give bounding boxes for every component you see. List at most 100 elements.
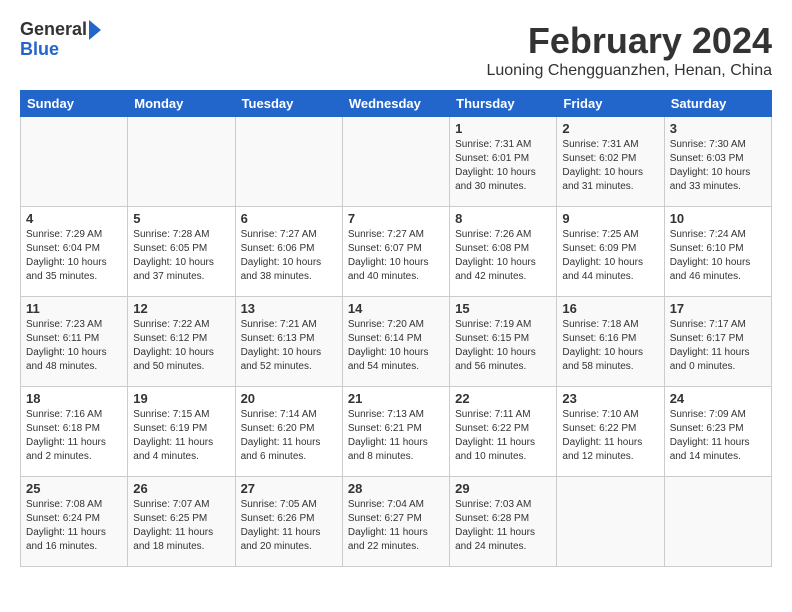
weekday-sunday: Sunday — [21, 91, 128, 117]
day-info: Sunrise: 7:27 AM Sunset: 6:07 PM Dayligh… — [348, 228, 444, 284]
day-number: 9 — [562, 211, 658, 226]
logo-text-blue: Blue — [20, 40, 59, 60]
weekday-wednesday: Wednesday — [342, 91, 449, 117]
calendar-week-5: 25 Sunrise: 7:08 AM Sunset: 6:24 PM Dayli… — [21, 477, 772, 567]
day-number: 1 — [455, 121, 551, 136]
calendar-cell: 18 Sunrise: 7:16 AM Sunset: 6:18 PM Dayli… — [21, 387, 128, 477]
location-title: Luoning Chengguanzhen, Henan, China — [486, 62, 772, 80]
weekday-friday: Friday — [557, 91, 664, 117]
calendar-cell: 2 Sunrise: 7:31 AM Sunset: 6:02 PM Daylig… — [557, 117, 664, 207]
day-number: 29 — [455, 481, 551, 496]
day-info: Sunrise: 7:03 AM Sunset: 6:28 PM Dayligh… — [455, 498, 551, 554]
calendar-cell — [342, 117, 449, 207]
day-number: 16 — [562, 301, 658, 316]
calendar-cell: 7 Sunrise: 7:27 AM Sunset: 6:07 PM Daylig… — [342, 207, 449, 297]
day-number: 2 — [562, 121, 658, 136]
day-number: 28 — [348, 481, 444, 496]
day-info: Sunrise: 7:20 AM Sunset: 6:14 PM Dayligh… — [348, 318, 444, 374]
calendar-cell: 1 Sunrise: 7:31 AM Sunset: 6:01 PM Daylig… — [450, 117, 557, 207]
logo: General Blue — [20, 20, 101, 60]
day-info: Sunrise: 7:08 AM Sunset: 6:24 PM Dayligh… — [26, 498, 122, 554]
calendar-cell: 28 Sunrise: 7:04 AM Sunset: 6:27 PM Dayli… — [342, 477, 449, 567]
day-info: Sunrise: 7:21 AM Sunset: 6:13 PM Dayligh… — [241, 318, 337, 374]
calendar-cell: 22 Sunrise: 7:11 AM Sunset: 6:22 PM Dayli… — [450, 387, 557, 477]
day-info: Sunrise: 7:10 AM Sunset: 6:22 PM Dayligh… — [562, 408, 658, 464]
calendar-cell: 21 Sunrise: 7:13 AM Sunset: 6:21 PM Dayli… — [342, 387, 449, 477]
logo-text-general: General — [20, 20, 87, 40]
calendar-cell: 19 Sunrise: 7:15 AM Sunset: 6:19 PM Dayli… — [128, 387, 235, 477]
calendar-cell: 14 Sunrise: 7:20 AM Sunset: 6:14 PM Dayli… — [342, 297, 449, 387]
calendar-cell: 12Sunrise: 7:22 AM Sunset: 6:12 PM Dayli… — [128, 297, 235, 387]
calendar-week-3: 11 Sunrise: 7:23 AM Sunset: 6:11 PM Dayli… — [21, 297, 772, 387]
day-info: Sunrise: 7:13 AM Sunset: 6:21 PM Dayligh… — [348, 408, 444, 464]
calendar-week-2: 4 Sunrise: 7:29 AM Sunset: 6:04 PM Daylig… — [21, 207, 772, 297]
calendar-cell: 4 Sunrise: 7:29 AM Sunset: 6:04 PM Daylig… — [21, 207, 128, 297]
calendar-cell — [21, 117, 128, 207]
day-info: Sunrise: 7:22 AM Sunset: 6:12 PM Dayligh… — [133, 318, 229, 374]
day-info: Sunrise: 7:23 AM Sunset: 6:11 PM Dayligh… — [26, 318, 122, 374]
day-number: 22 — [455, 391, 551, 406]
calendar-cell — [128, 117, 235, 207]
calendar-cell: 17Sunrise: 7:17 AM Sunset: 6:17 PM Dayli… — [664, 297, 771, 387]
calendar-week-4: 18 Sunrise: 7:16 AM Sunset: 6:18 PM Dayli… — [21, 387, 772, 477]
day-number: 20 — [241, 391, 337, 406]
calendar-cell — [557, 477, 664, 567]
day-number: 18 — [26, 391, 122, 406]
day-info: Sunrise: 7:14 AM Sunset: 6:20 PM Dayligh… — [241, 408, 337, 464]
calendar-cell: 5 Sunrise: 7:28 AM Sunset: 6:05 PM Daylig… — [128, 207, 235, 297]
day-number: 25 — [26, 481, 122, 496]
day-info: Sunrise: 7:16 AM Sunset: 6:18 PM Dayligh… — [26, 408, 122, 464]
day-info: Sunrise: 7:05 AM Sunset: 6:26 PM Dayligh… — [241, 498, 337, 554]
day-number: 24 — [670, 391, 766, 406]
day-info: Sunrise: 7:26 AM Sunset: 6:08 PM Dayligh… — [455, 228, 551, 284]
calendar-cell: 6 Sunrise: 7:27 AM Sunset: 6:06 PM Daylig… — [235, 207, 342, 297]
day-number: 8 — [455, 211, 551, 226]
calendar-body: 1 Sunrise: 7:31 AM Sunset: 6:01 PM Daylig… — [21, 117, 772, 567]
calendar-table: SundayMondayTuesdayWednesdayThursdayFrid… — [20, 90, 772, 567]
calendar-cell: 8 Sunrise: 7:26 AM Sunset: 6:08 PM Daylig… — [450, 207, 557, 297]
calendar-cell: 11 Sunrise: 7:23 AM Sunset: 6:11 PM Dayli… — [21, 297, 128, 387]
day-number: 21 — [348, 391, 444, 406]
page-header: General Blue February 2024 Luoning Cheng… — [20, 20, 772, 80]
day-number: 6 — [241, 211, 337, 226]
calendar-cell: 15Sunrise: 7:19 AM Sunset: 6:15 PM Dayli… — [450, 297, 557, 387]
calendar-cell: 26Sunrise: 7:07 AM Sunset: 6:25 PM Dayli… — [128, 477, 235, 567]
day-number: 7 — [348, 211, 444, 226]
day-number: 3 — [670, 121, 766, 136]
day-number: 19 — [133, 391, 229, 406]
day-info: Sunrise: 7:27 AM Sunset: 6:06 PM Dayligh… — [241, 228, 337, 284]
day-info: Sunrise: 7:15 AM Sunset: 6:19 PM Dayligh… — [133, 408, 229, 464]
calendar-cell: 3Sunrise: 7:30 AM Sunset: 6:03 PM Daylig… — [664, 117, 771, 207]
day-number: 10 — [670, 211, 766, 226]
weekday-monday: Monday — [128, 91, 235, 117]
day-number: 5 — [133, 211, 229, 226]
calendar-cell: 13 Sunrise: 7:21 AM Sunset: 6:13 PM Dayli… — [235, 297, 342, 387]
day-number: 4 — [26, 211, 122, 226]
day-number: 11 — [26, 301, 122, 316]
day-info: Sunrise: 7:19 AM Sunset: 6:15 PM Dayligh… — [455, 318, 551, 374]
day-info: Sunrise: 7:11 AM Sunset: 6:22 PM Dayligh… — [455, 408, 551, 464]
day-info: Sunrise: 7:09 AM Sunset: 6:23 PM Dayligh… — [670, 408, 766, 464]
calendar-cell — [664, 477, 771, 567]
day-number: 13 — [241, 301, 337, 316]
calendar-cell: 20 Sunrise: 7:14 AM Sunset: 6:20 PM Dayli… — [235, 387, 342, 477]
calendar-cell: 27 Sunrise: 7:05 AM Sunset: 6:26 PM Dayli… — [235, 477, 342, 567]
day-info: Sunrise: 7:28 AM Sunset: 6:05 PM Dayligh… — [133, 228, 229, 284]
weekday-thursday: Thursday — [450, 91, 557, 117]
day-info: Sunrise: 7:31 AM Sunset: 6:02 PM Dayligh… — [562, 138, 658, 194]
calendar-cell: 29 Sunrise: 7:03 AM Sunset: 6:28 PM Dayli… — [450, 477, 557, 567]
calendar-cell: 10 Sunrise: 7:24 AM Sunset: 6:10 PM Dayli… — [664, 207, 771, 297]
calendar-cell — [235, 117, 342, 207]
logo-arrow-icon — [89, 20, 101, 40]
day-info: Sunrise: 7:29 AM Sunset: 6:04 PM Dayligh… — [26, 228, 122, 284]
calendar-week-1: 1 Sunrise: 7:31 AM Sunset: 6:01 PM Daylig… — [21, 117, 772, 207]
day-number: 17 — [670, 301, 766, 316]
day-number: 26 — [133, 481, 229, 496]
day-number: 14 — [348, 301, 444, 316]
calendar-cell: 25 Sunrise: 7:08 AM Sunset: 6:24 PM Dayli… — [21, 477, 128, 567]
day-number: 23 — [562, 391, 658, 406]
day-info: Sunrise: 7:31 AM Sunset: 6:01 PM Dayligh… — [455, 138, 551, 194]
day-info: Sunrise: 7:24 AM Sunset: 6:10 PM Dayligh… — [670, 228, 766, 284]
day-info: Sunrise: 7:04 AM Sunset: 6:27 PM Dayligh… — [348, 498, 444, 554]
day-number: 27 — [241, 481, 337, 496]
